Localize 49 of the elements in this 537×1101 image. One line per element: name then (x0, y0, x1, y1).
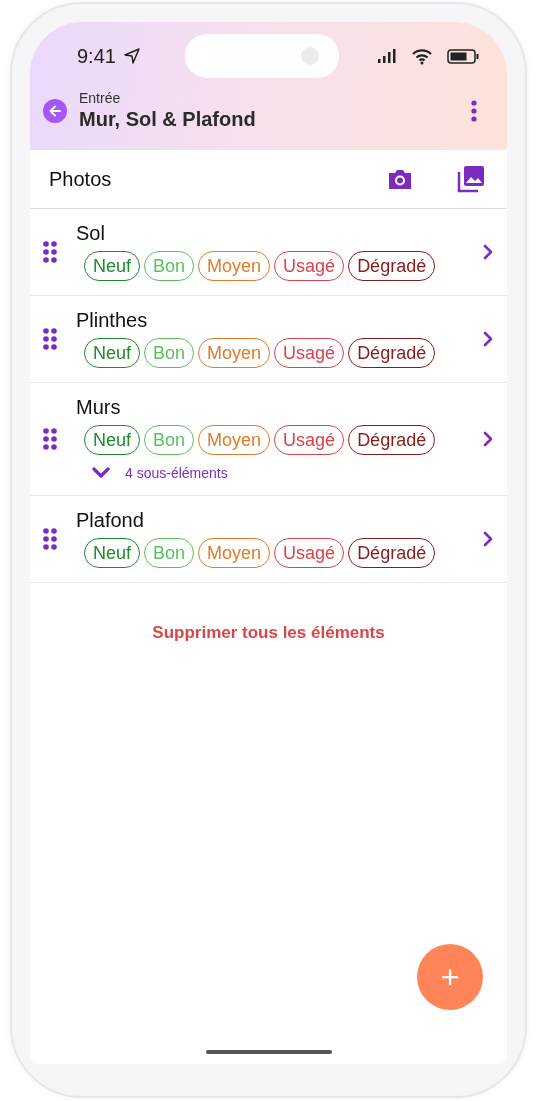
chevron-right-icon[interactable] (483, 530, 493, 547)
chevron-right-icon[interactable] (483, 243, 493, 260)
element-name: Plinthes (76, 309, 149, 332)
condition-chip[interactable]: Neuf (84, 538, 141, 568)
gallery-icon[interactable] (457, 165, 485, 193)
back-button[interactable] (43, 98, 67, 123)
condition-chip[interactable]: Moyen (198, 338, 271, 368)
condition-chip[interactable]: Dégradé (348, 538, 436, 568)
breadcrumb-label: Entrée (79, 90, 122, 106)
add-button[interactable]: + (417, 944, 483, 1010)
battery-icon (447, 48, 479, 64)
condition-chip[interactable]: Neuf (84, 338, 141, 368)
drag-handle-icon[interactable] (43, 527, 57, 550)
drag-handle-icon[interactable] (43, 427, 57, 450)
condition-chip[interactable]: Neuf (84, 251, 141, 281)
condition-chip[interactable]: Usagé (274, 425, 345, 455)
condition-chip[interactable]: Usagé (274, 538, 345, 568)
delete-all-link[interactable]: Supprimer tous les éléments (152, 623, 385, 643)
element-name: Sol (76, 222, 106, 245)
chevron-right-icon[interactable] (483, 430, 493, 447)
chevron-right-icon[interactable] (483, 330, 493, 347)
page-title: Mur, Sol & Plafond (79, 108, 257, 131)
condition-chip[interactable]: Usagé (274, 338, 345, 368)
wifi-icon (411, 47, 433, 65)
signal-icon (377, 48, 399, 64)
condition-chip[interactable]: Moyen (198, 251, 271, 281)
status-time: 9:41 (77, 44, 116, 68)
condition-chip[interactable]: Bon (144, 538, 195, 568)
drag-handle-icon[interactable] (43, 240, 57, 263)
camera-icon[interactable] (387, 168, 413, 190)
more-menu-icon[interactable] (471, 99, 477, 122)
photos-label: Photos (49, 167, 113, 191)
condition-chip[interactable]: Bon (144, 338, 195, 368)
condition-chip[interactable]: Moyen (198, 425, 271, 455)
location-arrow-icon (122, 47, 141, 65)
element-name: Murs (76, 396, 122, 419)
condition-chip[interactable]: Dégradé (348, 425, 436, 455)
chevron-down-icon (91, 467, 111, 479)
back-arrow-icon (48, 103, 62, 118)
condition-chip[interactable]: Dégradé (348, 338, 436, 368)
condition-chip[interactable]: Neuf (84, 425, 141, 455)
condition-chip[interactable]: Moyen (198, 538, 271, 568)
drag-handle-icon[interactable] (43, 327, 57, 350)
condition-chip[interactable]: Dégradé (348, 251, 436, 281)
subitems-toggle[interactable]: 4 sous-éléments (91, 465, 228, 481)
condition-chip[interactable]: Usagé (274, 251, 345, 281)
condition-chip[interactable]: Bon (144, 251, 195, 281)
element-name: Plafond (76, 509, 145, 532)
condition-chip[interactable]: Bon (144, 425, 195, 455)
